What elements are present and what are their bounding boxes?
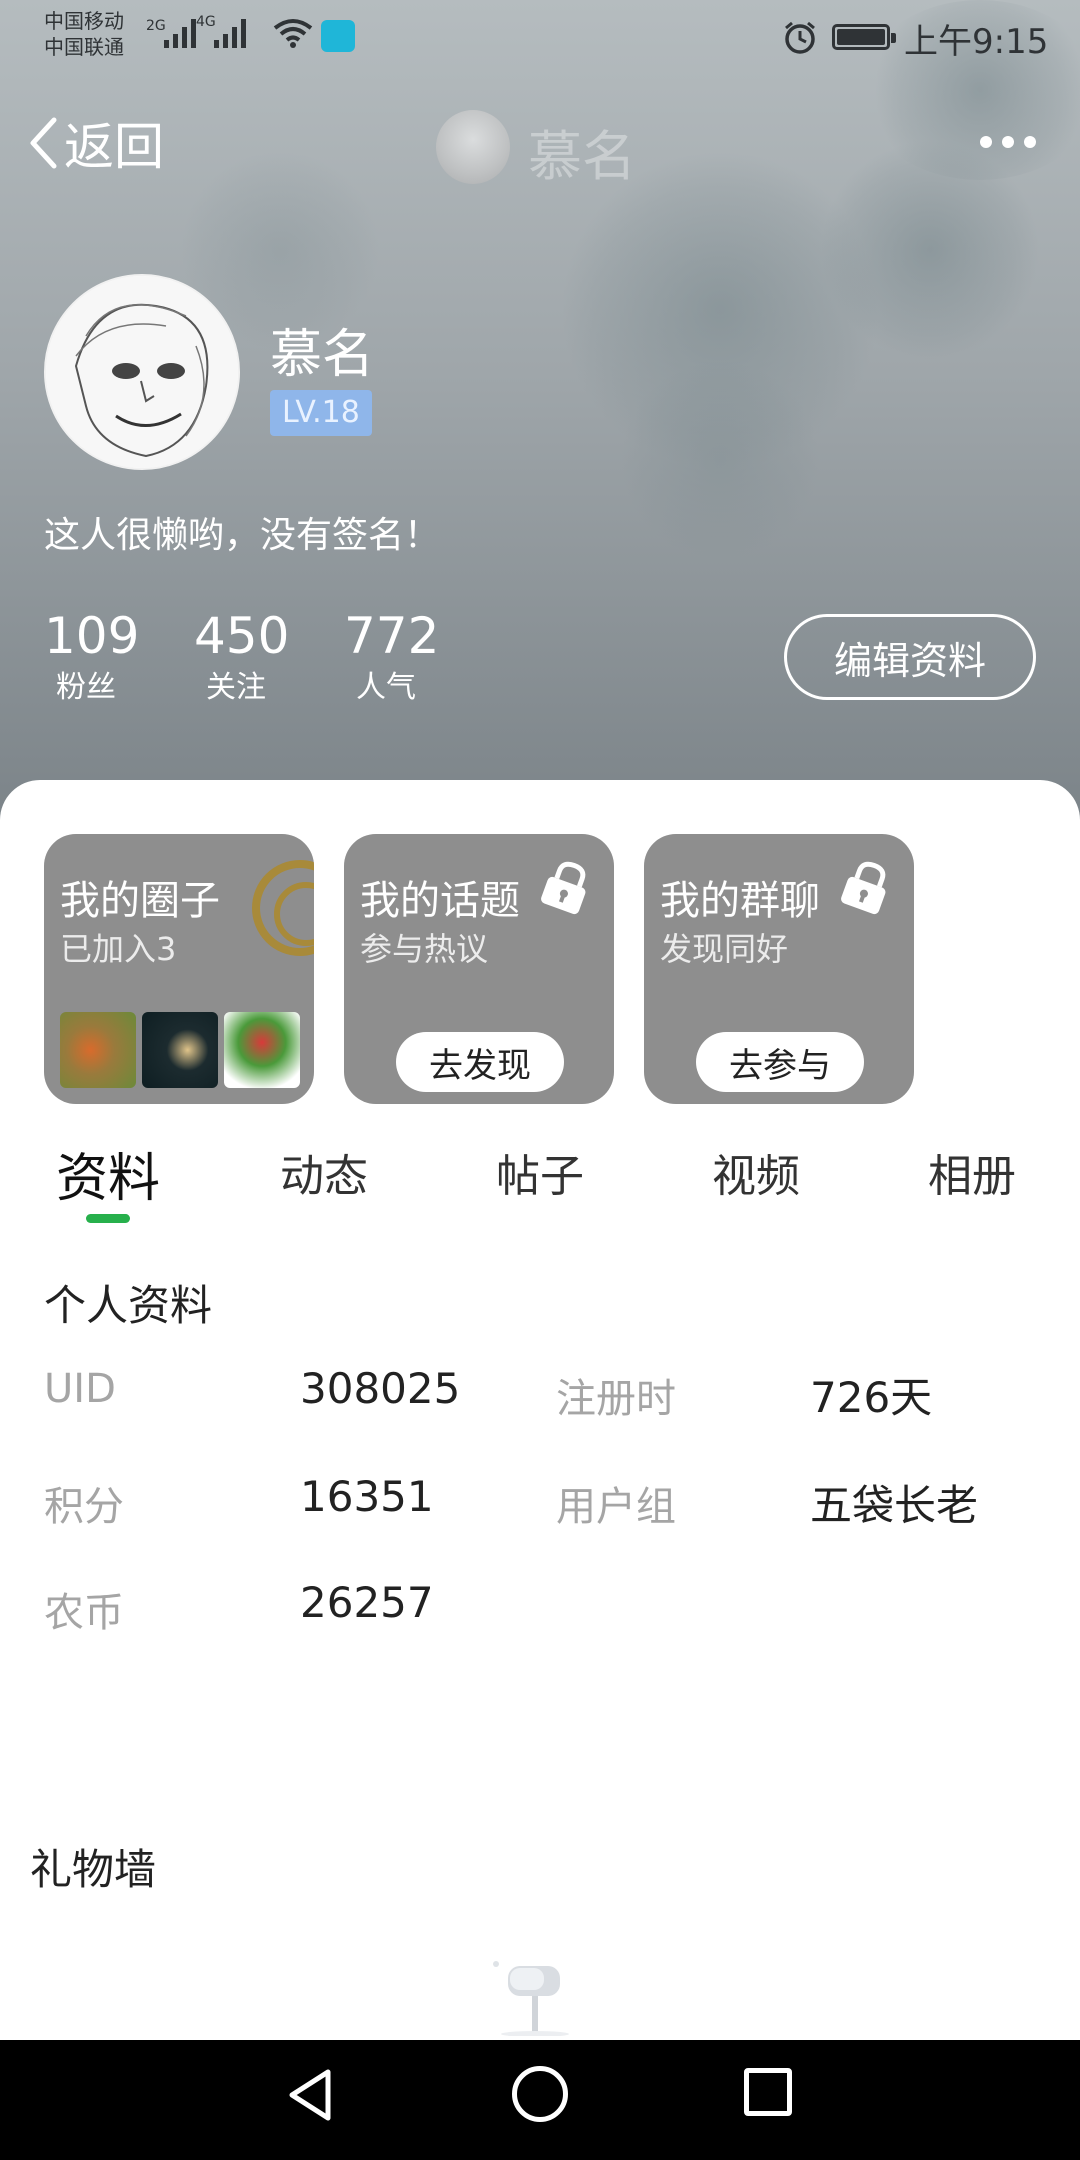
- user-group-value: 五袋长老: [810, 1481, 979, 1530]
- registration-value: 726天: [810, 1373, 933, 1422]
- dot-icon: [1002, 136, 1014, 148]
- feature-cards: 我的圈子 已加入3 我的话题 参与热议 去发现 我的群聊 发现同好 去参与: [44, 834, 914, 1104]
- wifi-icon: [273, 19, 313, 48]
- carrier-1: 中国移动: [44, 9, 124, 33]
- more-options-button[interactable]: [980, 130, 1036, 154]
- edit-profile-button[interactable]: 编辑资料: [784, 614, 1036, 700]
- nav-recents-icon[interactable]: [744, 2068, 792, 2116]
- coin-value: 26257: [300, 1578, 434, 1627]
- uid-label: UID: [44, 1366, 116, 1412]
- points-value: 16351: [300, 1472, 434, 1521]
- tab-posts[interactable]: 帖子: [496, 1140, 584, 1204]
- system-navigation-bar: [0, 2040, 1080, 2160]
- dot-icon: [1024, 136, 1036, 148]
- circle-thumbnail[interactable]: [142, 1012, 218, 1088]
- back-button[interactable]: 返回: [28, 112, 164, 176]
- user-group-label: 用户组: [556, 1484, 676, 1530]
- my-circles-card[interactable]: 我的圈子 已加入3: [44, 834, 314, 1104]
- carrier-2: 中国联通: [44, 35, 124, 59]
- active-tab-indicator: [86, 1214, 130, 1223]
- tab-videos[interactable]: 视频: [712, 1140, 800, 1204]
- my-topics-card[interactable]: 我的话题 参与热议 去发现: [344, 834, 614, 1104]
- my-group-chats-card[interactable]: 我的群聊 发现同好 去参与: [644, 834, 914, 1104]
- stat-value: 109: [44, 607, 140, 665]
- chevron-left-icon: [30, 117, 57, 169]
- coin-label: 农币: [44, 1590, 124, 1636]
- lock-icon: [541, 861, 586, 915]
- card-subtitle: 已加入3: [60, 930, 177, 968]
- join-button[interactable]: 去参与: [696, 1032, 864, 1092]
- profile-tabs: 资料 动态 帖子 视频 相册: [0, 1140, 1080, 1230]
- profile-stats: 109 粉丝 450 关注 772 人气: [44, 606, 494, 710]
- mailbox-icon: [493, 1961, 569, 2036]
- username: 慕名: [270, 325, 375, 385]
- stat-label: 粉丝: [56, 670, 116, 705]
- level-badge: LV.18: [270, 390, 372, 436]
- background-flower-decoration: [620, 360, 820, 560]
- stat-label: 关注: [206, 670, 266, 705]
- stat-label: 人气: [356, 670, 416, 705]
- dot-icon: [980, 136, 992, 148]
- battery-icon: [832, 24, 896, 50]
- card-title: 我的话题: [360, 878, 520, 924]
- discover-button[interactable]: 去发现: [396, 1032, 564, 1092]
- points-label: 积分: [44, 1484, 124, 1530]
- carrier-labels: 中国移动 中国联通: [44, 8, 124, 60]
- registration-label: 注册时: [556, 1376, 676, 1422]
- section-title-personal-info: 个人资料: [44, 1281, 213, 1330]
- circle-thumbnail[interactable]: [60, 1012, 136, 1088]
- stat-value: 772: [344, 607, 440, 665]
- stat-followers[interactable]: 109 粉丝: [44, 606, 194, 710]
- card-subtitle: 发现同好: [660, 930, 789, 968]
- card-subtitle: 参与热议: [360, 930, 489, 968]
- avatar[interactable]: [44, 274, 240, 470]
- card-title: 我的圈子: [60, 878, 220, 924]
- app-notification-icon: [321, 20, 355, 52]
- nav-home-icon[interactable]: [512, 2066, 568, 2122]
- back-label: 返回: [64, 118, 164, 176]
- circle-thumbnail[interactable]: [224, 1012, 300, 1088]
- nav-back-icon[interactable]: [282, 2066, 338, 2124]
- status-bar: 中国移动 中国联通 2G 4G 上午9:15: [0, 0, 1080, 72]
- alarm-icon: [785, 21, 815, 54]
- card-title: 我的群聊: [660, 878, 820, 924]
- nav-avatar: [436, 110, 510, 184]
- tab-activity[interactable]: 动态: [280, 1140, 368, 1204]
- circle-thumbnails: [60, 1012, 300, 1088]
- tab-profile[interactable]: 资料: [56, 1136, 160, 1211]
- stat-following[interactable]: 450 关注: [194, 606, 344, 710]
- nav-title: 慕名: [528, 125, 636, 188]
- lock-icon: [841, 861, 886, 915]
- user-signature: 这人很懒哟，没有签名！: [44, 515, 441, 556]
- section-title-gift-wall: 礼物墙: [30, 1845, 157, 1894]
- clock: 上午9:15: [904, 22, 1049, 62]
- signal-icon: [214, 19, 246, 48]
- uid-value: 308025: [300, 1364, 461, 1413]
- stat-value: 450: [194, 607, 290, 665]
- stat-popularity[interactable]: 772 人气: [344, 606, 494, 710]
- circle-ring-icon: [252, 860, 314, 956]
- avatar-sketch-image: [46, 276, 238, 468]
- tab-albums[interactable]: 相册: [928, 1140, 1016, 1204]
